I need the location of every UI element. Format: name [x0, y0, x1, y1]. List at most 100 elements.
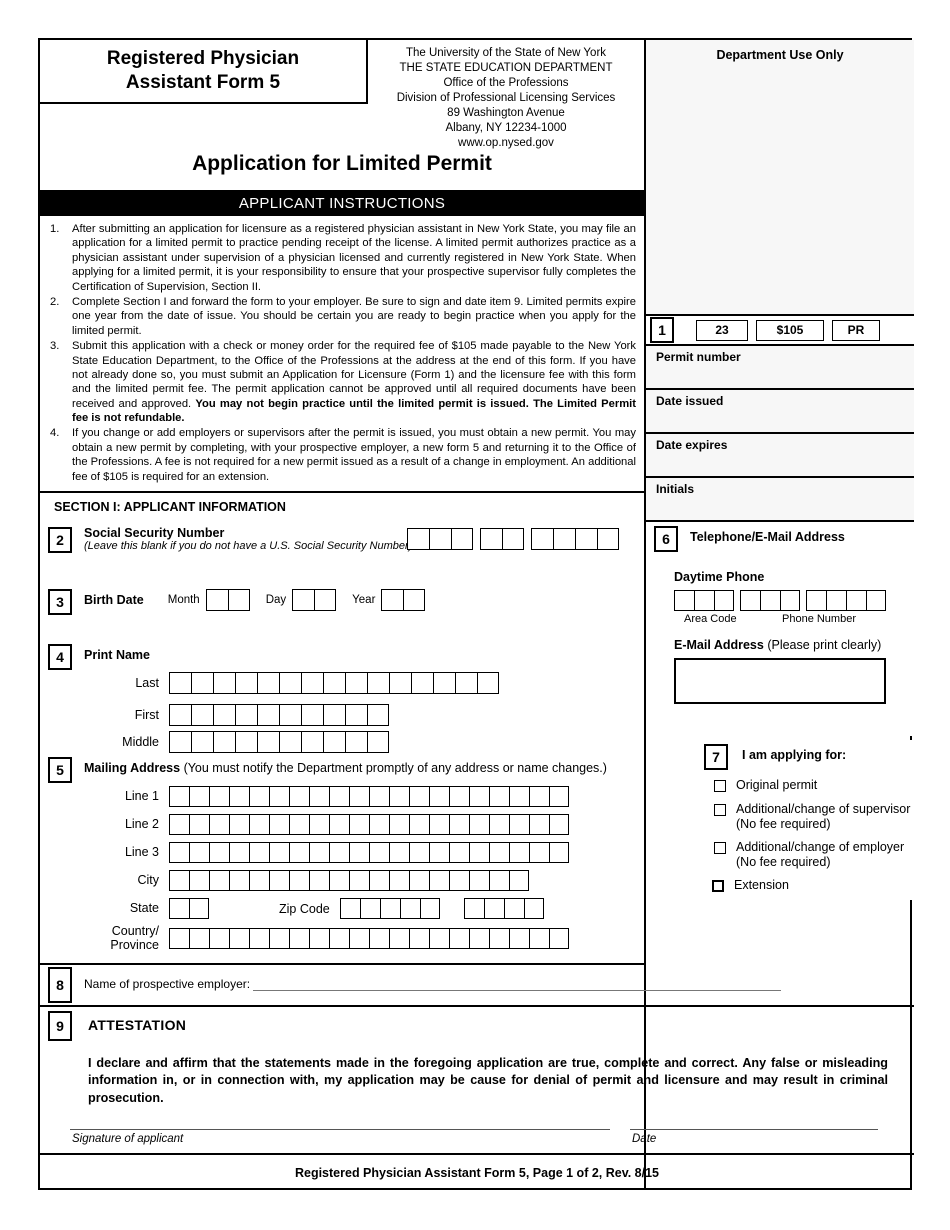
address-line2-input[interactable] [169, 814, 569, 835]
comb-cell[interactable] [449, 842, 469, 863]
comb-cell[interactable] [433, 672, 455, 694]
last-name-input[interactable] [169, 672, 499, 694]
comb-cell[interactable] [329, 870, 349, 891]
comb-cell[interactable] [289, 928, 309, 949]
comb-cell[interactable] [279, 672, 301, 694]
comb-cell[interactable] [229, 928, 249, 949]
comb-cell[interactable] [411, 672, 433, 694]
comb-cell[interactable] [529, 928, 549, 949]
comb-cell[interactable] [169, 672, 191, 694]
signature-line[interactable] [70, 1129, 610, 1130]
comb-cell[interactable] [597, 528, 619, 550]
comb-cell[interactable] [279, 731, 301, 753]
comb-cell[interactable] [191, 731, 213, 753]
permit-number-field[interactable]: Permit number [646, 346, 914, 390]
comb-cell[interactable] [349, 786, 369, 807]
comb-cell[interactable] [477, 672, 499, 694]
comb-cell[interactable] [289, 786, 309, 807]
comb-cell[interactable] [169, 704, 191, 726]
comb-cell[interactable] [229, 842, 249, 863]
comb-cell[interactable] [403, 589, 426, 611]
comb-cell[interactable] [189, 928, 209, 949]
comb-cell[interactable] [429, 870, 449, 891]
comb-cell[interactable] [369, 786, 389, 807]
comb-cell[interactable] [169, 842, 189, 863]
date-issued-field[interactable]: Date issued [646, 390, 914, 434]
phone-line-input[interactable] [806, 590, 886, 611]
comb-cell[interactable] [235, 704, 257, 726]
comb-cell[interactable] [189, 842, 209, 863]
address-line1-input[interactable] [169, 786, 569, 807]
comb-cell[interactable] [509, 814, 529, 835]
comb-cell[interactable] [409, 870, 429, 891]
comb-cell[interactable] [469, 842, 489, 863]
email-address-input[interactable] [674, 658, 886, 704]
comb-cell[interactable] [191, 672, 213, 694]
comb-cell[interactable] [463, 898, 484, 919]
comb-cell[interactable] [469, 786, 489, 807]
comb-cell[interactable] [169, 928, 189, 949]
checkbox-change-employer[interactable] [714, 842, 726, 854]
comb-cell[interactable] [227, 589, 250, 611]
option-original-permit[interactable]: Original permit [714, 778, 910, 793]
comb-cell[interactable] [359, 898, 380, 919]
comb-cell[interactable] [480, 528, 502, 550]
comb-cell[interactable] [309, 842, 329, 863]
comb-cell[interactable] [449, 786, 469, 807]
comb-cell[interactable] [503, 898, 524, 919]
comb-cell[interactable] [329, 842, 349, 863]
comb-cell[interactable] [191, 704, 213, 726]
comb-cell[interactable] [269, 842, 289, 863]
phone-prefix-input[interactable] [740, 590, 800, 611]
comb-cell[interactable] [449, 814, 469, 835]
comb-cell[interactable] [289, 814, 309, 835]
area-code-input[interactable] [674, 590, 734, 611]
country-province-input[interactable] [169, 928, 569, 949]
comb-cell[interactable] [229, 814, 249, 835]
comb-cell[interactable] [279, 704, 301, 726]
comb-cell[interactable] [309, 814, 329, 835]
comb-cell[interactable] [169, 870, 189, 891]
comb-cell[interactable] [329, 786, 349, 807]
comb-cell[interactable] [229, 786, 249, 807]
comb-cell[interactable] [389, 870, 409, 891]
comb-cell[interactable] [409, 786, 429, 807]
comb-cell[interactable] [806, 590, 826, 611]
comb-cell[interactable] [389, 842, 409, 863]
comb-cell[interactable] [269, 870, 289, 891]
comb-cell[interactable] [249, 842, 269, 863]
option-extension[interactable]: Extension [712, 878, 908, 893]
comb-cell[interactable] [502, 528, 524, 550]
comb-cell[interactable] [389, 928, 409, 949]
comb-cell[interactable] [289, 842, 309, 863]
date-line[interactable] [630, 1129, 878, 1130]
comb-cell[interactable] [235, 672, 257, 694]
comb-cell[interactable] [429, 814, 449, 835]
comb-cell[interactable] [369, 814, 389, 835]
comb-cell[interactable] [301, 704, 323, 726]
comb-cell[interactable] [469, 870, 489, 891]
comb-cell[interactable] [369, 842, 389, 863]
comb-cell[interactable] [169, 814, 189, 835]
zip-plus4-input[interactable] [463, 898, 544, 919]
comb-cell[interactable] [674, 590, 694, 611]
comb-cell[interactable] [209, 870, 229, 891]
comb-cell[interactable] [549, 814, 569, 835]
comb-cell[interactable] [409, 842, 429, 863]
comb-cell[interactable] [169, 898, 189, 919]
comb-cell[interactable] [323, 704, 345, 726]
middle-name-input[interactable] [169, 731, 389, 753]
ssn-group-1[interactable] [407, 528, 473, 550]
comb-cell[interactable] [289, 870, 309, 891]
comb-cell[interactable] [367, 672, 389, 694]
comb-cell[interactable] [381, 589, 404, 611]
comb-cell[interactable] [407, 528, 429, 550]
comb-cell[interactable] [189, 814, 209, 835]
comb-cell[interactable] [740, 590, 760, 611]
comb-cell[interactable] [389, 814, 409, 835]
comb-cell[interactable] [257, 704, 279, 726]
comb-cell[interactable] [269, 928, 289, 949]
comb-cell[interactable] [209, 928, 229, 949]
comb-cell[interactable] [509, 786, 529, 807]
checkbox-change-supervisor[interactable] [714, 804, 726, 816]
